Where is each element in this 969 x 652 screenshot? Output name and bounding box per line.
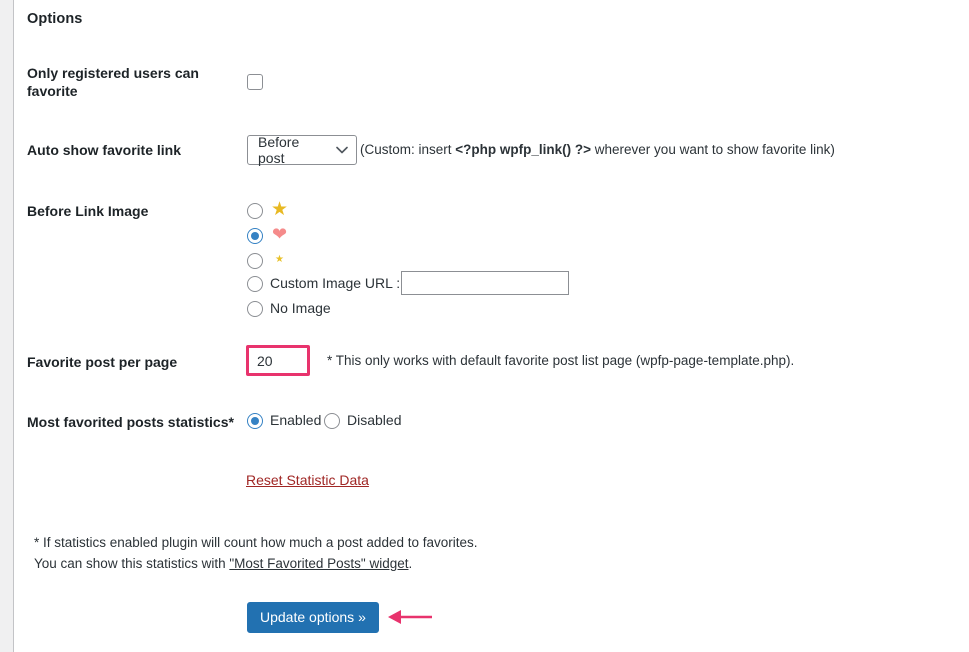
auto-show-position-value: Before post — [258, 134, 300, 166]
footnote-line-2-prefix: You can show this statistics with — [34, 556, 230, 571]
chevron-down-icon — [336, 146, 348, 154]
before-link-image-custom-url-label: Custom Image URL : — [270, 275, 401, 291]
auto-show-custom-note: (Custom: insert <?php wpfp_link() ?> whe… — [360, 142, 835, 157]
settings-page: Options Only registered users can favori… — [0, 0, 969, 652]
auto-show-note-prefix: (Custom: insert — [360, 142, 456, 157]
left-gutter — [0, 0, 14, 652]
statistics-disabled-label: Disabled — [347, 412, 402, 428]
label-only-registered-users: Only registered users can favorite — [27, 65, 199, 99]
settings-content: Options Only registered users can favori… — [16, 0, 969, 652]
favorite-post-per-page-note: * This only works with default favorite … — [327, 353, 795, 368]
footnote-line-1: * If statistics enabled plugin will coun… — [34, 535, 478, 550]
statistics-enabled-label: Enabled — [270, 412, 322, 428]
auto-show-note-code: <?php wpfp_link() ?> — [455, 142, 592, 157]
before-link-image-option-no-image[interactable] — [247, 301, 263, 317]
reset-statistic-data-link[interactable]: Reset Statistic Data — [246, 472, 369, 488]
left-arrow-annotation-icon — [387, 606, 433, 631]
label-auto-show-favorite-link: Auto show favorite link — [27, 142, 182, 158]
label-most-favorited-posts-statistics: Most favorited posts statistics* — [27, 414, 234, 430]
heart-icon: ❤ — [272, 224, 288, 244]
before-link-image-option-heart[interactable] — [247, 228, 263, 244]
before-link-image-option-star-small[interactable] — [247, 253, 263, 269]
footnote-line-2-suffix: . — [408, 556, 413, 571]
auto-show-position-select[interactable]: Before post — [247, 134, 357, 166]
footnote-line-2: You can show this statistics with "Most … — [34, 553, 412, 574]
label-favorite-post-per-page: Favorite post per page — [27, 354, 178, 370]
page-title: Options — [27, 11, 83, 27]
custom-image-url-input[interactable] — [401, 271, 569, 295]
favorite-post-per-page-input[interactable] — [246, 345, 310, 376]
update-options-button[interactable]: Update options » — [247, 602, 379, 633]
auto-show-note-suffix: wherever you want to show favorite link) — [591, 142, 835, 157]
most-favorited-posts-widget-link[interactable]: "Most Favorited Posts" widget — [229, 556, 408, 571]
star-small-icon: ★ — [275, 254, 284, 265]
before-link-image-option-star-large[interactable] — [247, 203, 263, 219]
label-before-link-image: Before Link Image — [27, 203, 149, 219]
star-large-icon: ★ — [271, 199, 289, 220]
only-registered-users-checkbox[interactable] — [247, 74, 263, 90]
statistics-option-enabled[interactable] — [247, 413, 263, 429]
statistics-option-disabled[interactable] — [324, 413, 340, 429]
before-link-image-option-custom-url[interactable] — [247, 276, 263, 292]
before-link-image-no-image-label: No Image — [270, 300, 331, 316]
